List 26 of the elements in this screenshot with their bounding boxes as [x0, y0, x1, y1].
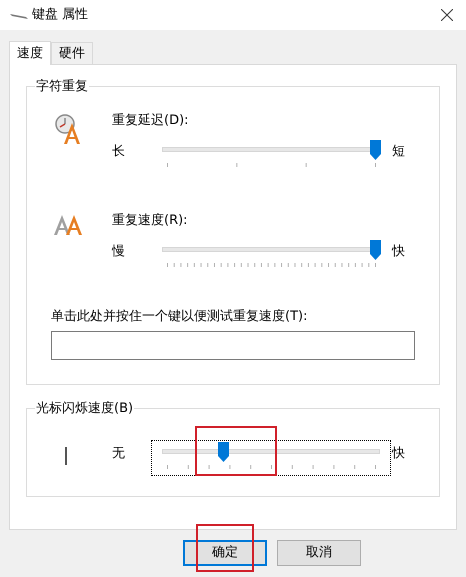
dialog-button[interactable]: 取消 — [277, 540, 361, 566]
max-label: 快 — [392, 242, 405, 260]
keyboard-icon — [10, 11, 28, 19]
highlight-frame — [196, 524, 254, 572]
slider-thumb[interactable] — [218, 442, 230, 462]
slider-label: 重复延迟(D): — [112, 112, 190, 130]
tab[interactable]: 速度 — [9, 41, 51, 65]
min-label: 慢 — [112, 242, 126, 260]
double-letter-icon — [54, 212, 84, 234]
slider-label: 重复速度(R): — [112, 212, 189, 230]
min-label: 长 — [112, 142, 126, 160]
cursor-icon — [65, 446, 67, 464]
input-field[interactable] — [51, 331, 415, 360]
max-label: 短 — [392, 142, 405, 160]
window-title: 键盘 属性 — [32, 6, 88, 24]
group-title: 光标闪烁速度(B) — [35, 400, 134, 418]
min-label: 无 — [112, 444, 126, 462]
slider-thumb[interactable] — [370, 140, 381, 160]
tab[interactable]: 硬件 — [51, 42, 93, 64]
slider[interactable] — [152, 440, 390, 474]
close-icon[interactable] — [441, 9, 453, 21]
group-title: 字符重复 — [35, 78, 89, 96]
dialog-button[interactable]: 确定 — [183, 540, 267, 566]
max-label: 快 — [392, 444, 405, 462]
slider-thumb[interactable] — [370, 240, 381, 260]
test-label: 单击此处并按住一个键以便测试重复速度(T): — [51, 308, 308, 326]
